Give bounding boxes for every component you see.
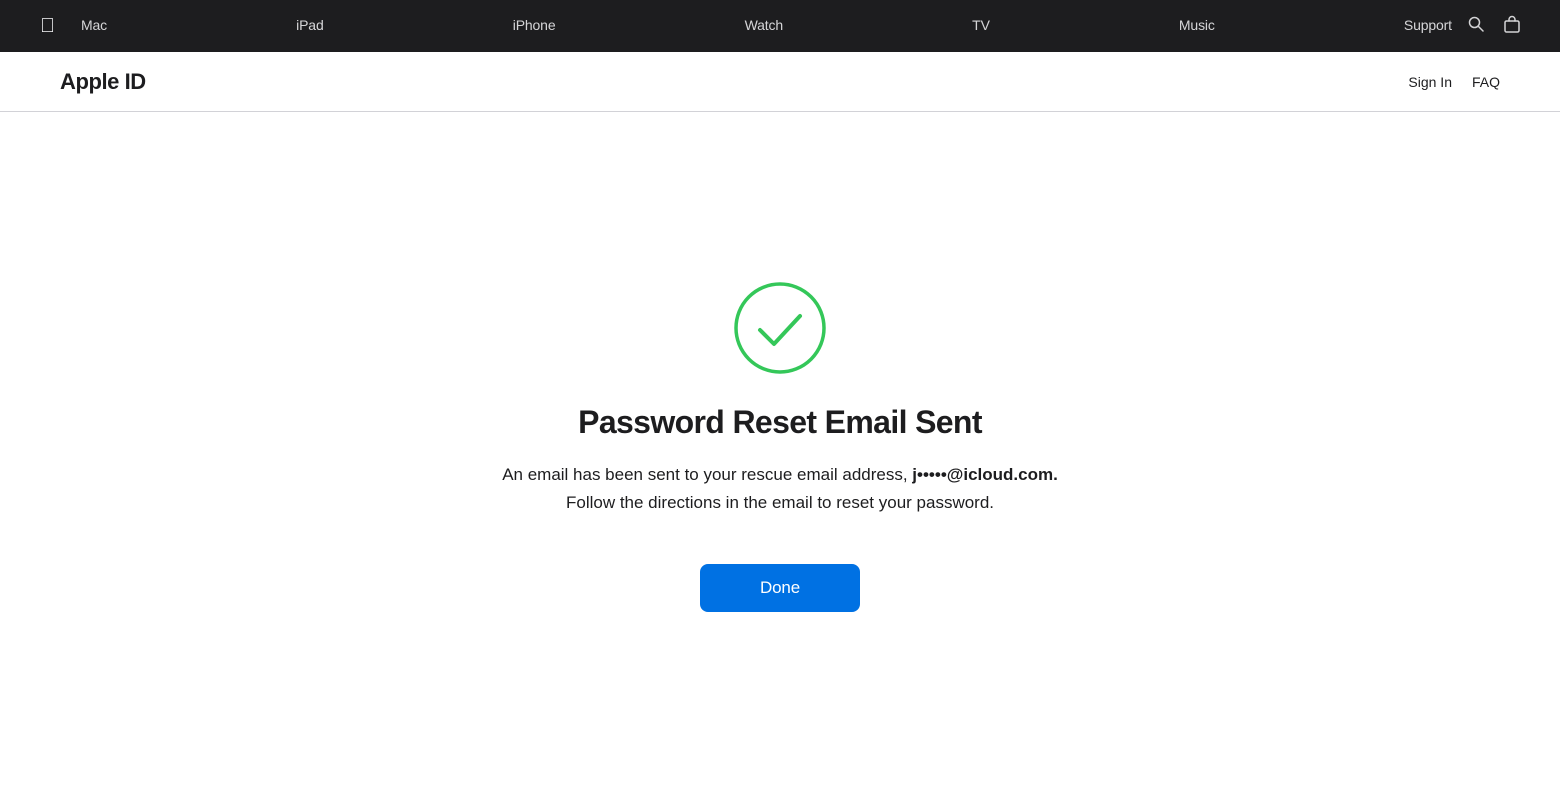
description-suffix: Follow the directions in the email to re… [566,493,994,512]
description-text: An email has been sent to your rescue em… [500,461,1060,515]
sub-header: Apple ID Sign In FAQ [0,52,1560,112]
nav-item-music[interactable]: Music [1163,17,1231,33]
nav-item-watch[interactable]: Watch [729,17,799,33]
apple-id-title: Apple ID [60,69,146,95]
main-content: Password Reset Email Sent An email has b… [0,112,1560,800]
done-button[interactable]: Done [700,564,860,612]
top-nav-list: Mac iPad iPhone Watch TV Music Support [65,17,1468,35]
sub-header-links: Sign In FAQ [1408,74,1500,90]
faq-link[interactable]: FAQ [1472,74,1500,90]
page-title: Password Reset Email Sent [578,404,982,441]
sign-in-link[interactable]: Sign In [1408,74,1452,90]
nav-item-mac[interactable]: Mac [65,17,123,33]
nav-item-support[interactable]: Support [1388,17,1468,33]
bag-icon[interactable] [1504,15,1520,38]
top-navigation:  Mac iPad iPhone Watch TV Music Support [0,0,1560,52]
nav-item-iphone[interactable]: iPhone [497,17,572,33]
nav-utility-icons [1468,15,1520,38]
nav-item-ipad[interactable]: iPad [280,17,339,33]
nav-item-tv[interactable]: TV [956,17,1006,33]
search-icon[interactable] [1468,16,1484,37]
description-prefix: An email has been sent to your rescue em… [502,465,912,484]
apple-logo-icon[interactable]:  [40,15,55,38]
success-checkmark-icon [732,280,828,376]
email-address: j•••••@icloud.com. [912,465,1058,484]
